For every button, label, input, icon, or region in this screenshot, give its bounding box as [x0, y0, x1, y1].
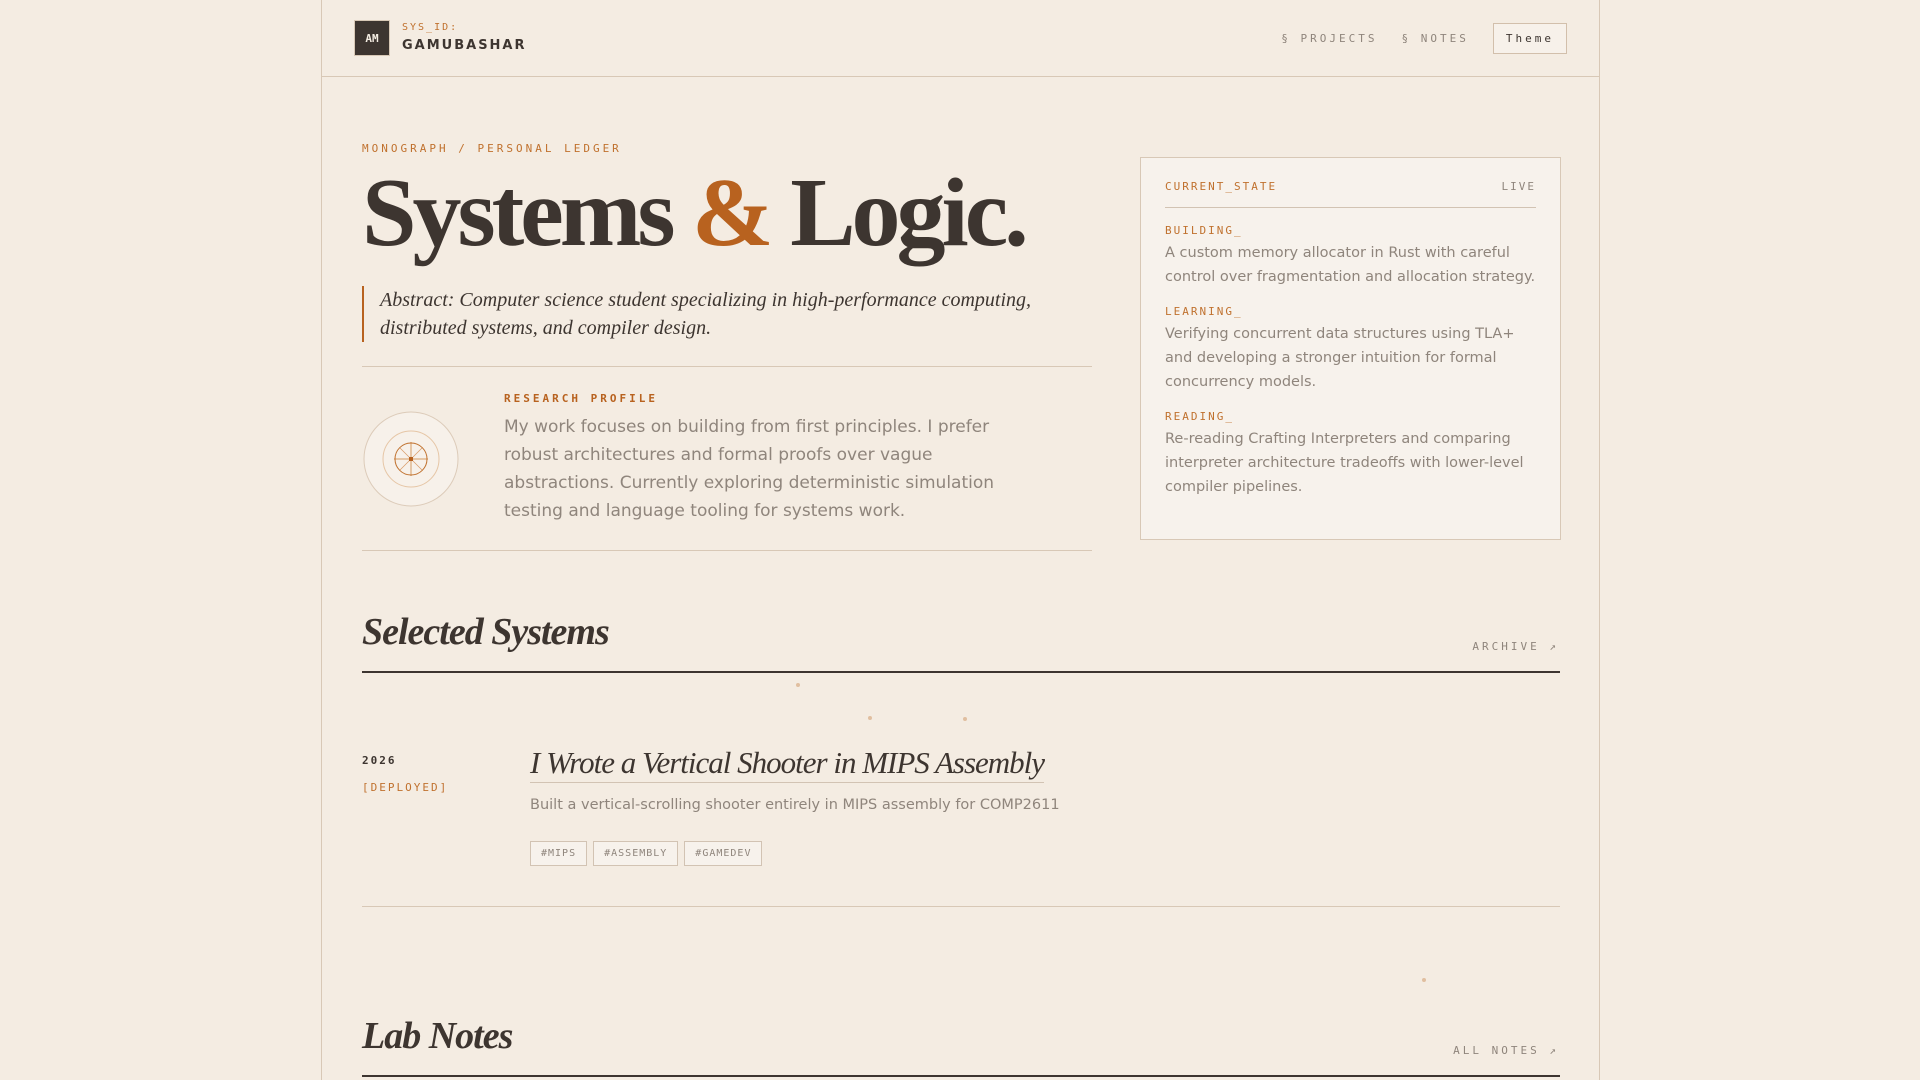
project-status: [DEPLOYED] [362, 781, 449, 794]
page-frame: AM SYS_ID: GAMUBASHAR § PROJECTS § NOTES… [321, 0, 1600, 1080]
building-text: A custom memory allocator in Rust with c… [1165, 245, 1536, 285]
learning-text: Verifying concurrent data structures usi… [1165, 326, 1515, 390]
top-nav: § PROJECTS § NOTES Theme [1281, 23, 1567, 54]
live-status: LIVE [1501, 180, 1536, 193]
divider [362, 550, 1092, 551]
tag[interactable]: #ASSEMBLY [593, 841, 679, 866]
tag[interactable]: #MIPS [530, 841, 588, 866]
project-tags: #MIPS #ASSEMBLY #GAMEDEV [530, 841, 763, 866]
project-title-link[interactable]: I Wrote a Vertical Shooter in MIPS Assem… [530, 744, 1045, 783]
title-part1: Systems [362, 159, 676, 267]
nav-notes[interactable]: § NOTES [1402, 32, 1469, 45]
breadcrumb: MONOGRAPH / PERSONAL LEDGER [362, 142, 622, 155]
page-title: Systems & Logic. [362, 159, 1029, 268]
lab-notes-heading: Lab Notes [362, 1015, 513, 1057]
learning-label: LEARNING_ [1165, 305, 1243, 318]
section-rule [362, 671, 1560, 673]
current-state-card: CURRENT_STATE LIVE BUILDING_ A custom me… [1140, 157, 1561, 540]
project-year: 2026 [362, 754, 397, 767]
compass-emblem-icon [363, 411, 459, 507]
all-notes-link[interactable]: ALL NOTES ↗ [1453, 1044, 1559, 1057]
archive-link[interactable]: ARCHIVE ↗ [1472, 640, 1559, 653]
title-ampersand: & [692, 159, 774, 267]
selected-systems-heading: Selected Systems [362, 611, 610, 653]
research-profile-label: RESEARCH PROFILE [504, 392, 658, 405]
theme-toggle-button[interactable]: Theme [1492, 23, 1567, 54]
divider [362, 366, 1092, 367]
project-description: Built a vertical-scrolling shooter entir… [530, 797, 1060, 813]
username: GAMUBASHAR [402, 38, 527, 53]
tag[interactable]: #GAMEDEV [684, 841, 763, 866]
research-profile-text: My work focuses on building from first p… [504, 417, 995, 521]
abstract: Abstract: Computer science student speci… [362, 286, 1102, 342]
nav-projects[interactable]: § PROJECTS [1281, 32, 1377, 45]
site-header: AM SYS_ID: GAMUBASHAR § PROJECTS § NOTES… [322, 0, 1599, 77]
sys-id-label: SYS_ID: [402, 22, 459, 33]
building-label: BUILDING_ [1165, 224, 1243, 237]
section-rule [362, 1075, 1560, 1077]
reading-text: Re-reading Crafting Interpreters and com… [1165, 431, 1524, 495]
divider [362, 906, 1560, 907]
reading-label: READING_ [1165, 410, 1234, 423]
logo-badge[interactable]: AM [354, 20, 390, 56]
title-part2: Logic. [790, 159, 1029, 267]
card-title: CURRENT_STATE [1165, 180, 1278, 193]
